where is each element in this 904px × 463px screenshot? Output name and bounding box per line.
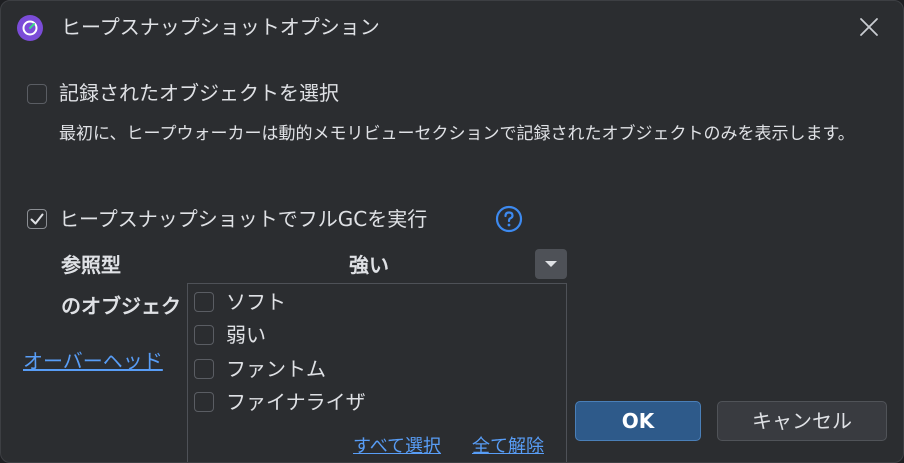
select-all-link[interactable]: すべて選択 bbox=[353, 434, 441, 460]
option-finalizer-label: ファイナライザ bbox=[226, 390, 366, 414]
option-phantom-label: ファントム bbox=[226, 357, 326, 381]
option-weak-checkbox[interactable] bbox=[194, 325, 214, 345]
reference-type-value[interactable]: 強い bbox=[349, 251, 389, 279]
select-recorded-label: 記録されたオブジェクトを選択 bbox=[59, 81, 339, 105]
chevron-down-icon bbox=[545, 261, 557, 267]
reference-type-label: 参照型 bbox=[61, 253, 121, 277]
full-gc-checkbox[interactable] bbox=[27, 209, 47, 229]
cancel-button[interactable]: キャンセル bbox=[717, 401, 887, 441]
reference-type-dropdown-button[interactable] bbox=[535, 249, 567, 279]
dialog-title: ヒープスナップショットオプション bbox=[61, 15, 380, 39]
objects-label: のオブジェク bbox=[61, 294, 181, 318]
option-weak-label: 弱い bbox=[226, 323, 266, 347]
overhead-link[interactable]: オーバーヘッド bbox=[23, 347, 187, 375]
select-recorded-checkbox[interactable] bbox=[27, 84, 47, 104]
ok-button[interactable]: OK bbox=[575, 401, 701, 441]
option-finalizer-checkbox[interactable] bbox=[194, 392, 214, 412]
select-recorded-description: 最初に、ヒープウォーカーは動的メモリビューセクションで記録されたオブジェクトのみ… bbox=[59, 124, 855, 144]
option-soft-label: ソフト bbox=[226, 290, 286, 314]
heap-snapshot-options-dialog: ヒープスナップショットオプション 記録されたオブジェクトを選択 最初に、ヒープウ… bbox=[0, 0, 904, 463]
close-icon bbox=[860, 18, 878, 36]
option-phantom-checkbox[interactable] bbox=[194, 359, 214, 379]
help-icon[interactable] bbox=[495, 205, 523, 233]
deselect-all-link[interactable]: 全て解除 bbox=[472, 434, 544, 460]
full-gc-label: ヒープスナップショットでフルGCを実行 bbox=[59, 207, 428, 231]
option-soft-checkbox[interactable] bbox=[194, 292, 214, 312]
reference-type-popup: ソフト 弱い ファントム ファイナライザ すべて選択 全て解除 bbox=[187, 283, 567, 462]
close-button[interactable] bbox=[853, 11, 885, 43]
app-profiler-icon bbox=[17, 15, 43, 41]
check-icon bbox=[30, 213, 44, 225]
